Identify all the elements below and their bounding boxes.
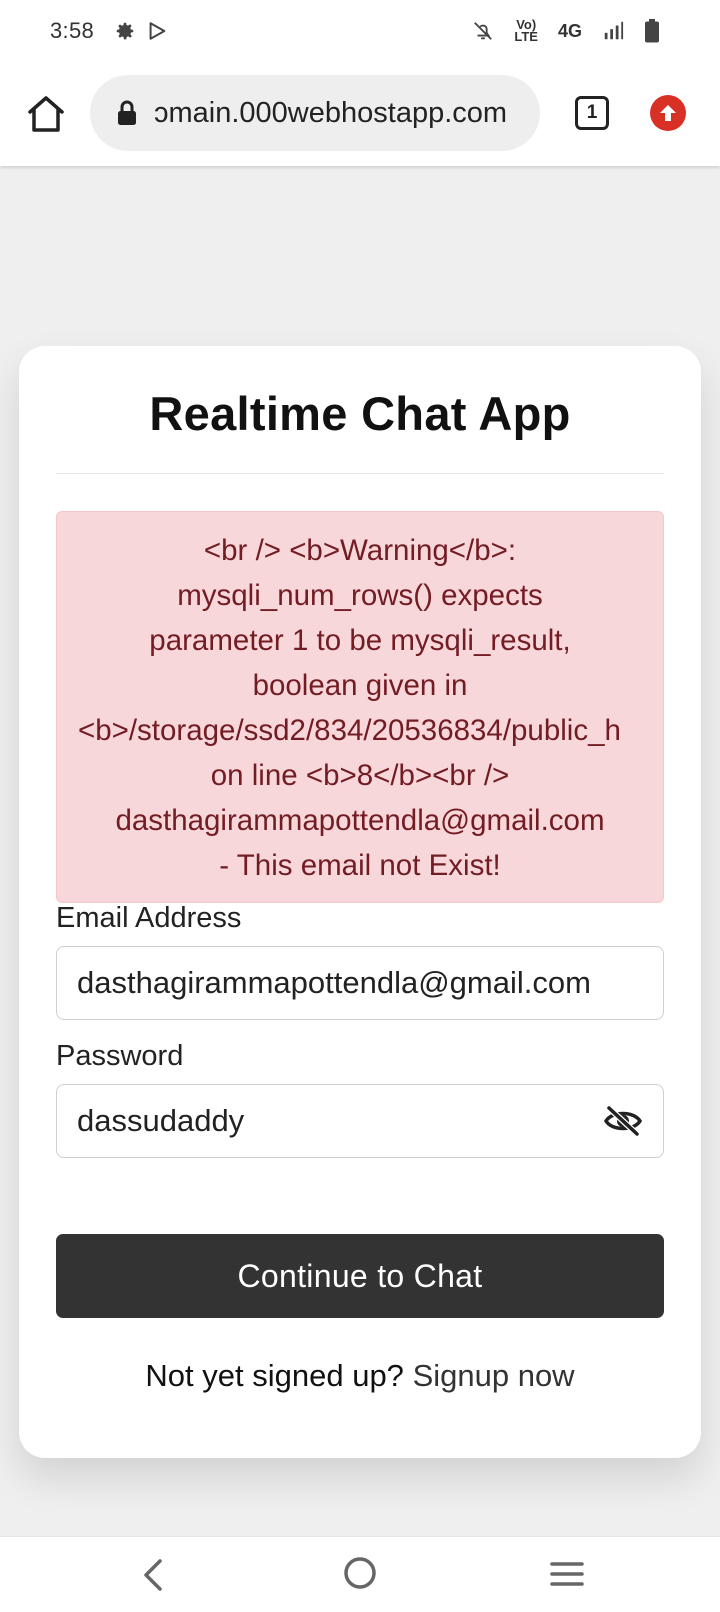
password-value: dassudaddy: [77, 1103, 245, 1138]
status-bar: 3:58 Vo) LTE 4G: [0, 0, 720, 62]
error-alert: <br /> <b>Warning</b>: mysqli_num_rows()…: [56, 511, 664, 903]
error-line: <br /> <b>Warning</b>:: [203, 534, 517, 567]
lock-icon: [118, 100, 136, 125]
home-circle-icon[interactable]: [343, 1556, 377, 1590]
error-line: parameter 1 to be mysqli_result,: [149, 624, 571, 657]
network-4g: 4G: [557, 20, 582, 41]
email-value: dasthagirammapottendla@gmail.com: [77, 965, 591, 1000]
continue-to-chat-button[interactable]: Continue to Chat: [56, 1234, 664, 1318]
volte-icon: Vo) LTE: [514, 17, 538, 44]
email-label: Email Address: [56, 902, 242, 934]
error-line: dasthagirammapottendla@gmail.com: [115, 804, 605, 837]
arrow-up-icon: [660, 105, 676, 121]
error-line: <b>/storage/ssd2/834/20536834/public_h: [78, 714, 621, 747]
browser-home-button[interactable]: [24, 92, 68, 136]
signal-icon: [602, 20, 624, 42]
eye-slash-icon[interactable]: [603, 1104, 643, 1138]
update-button[interactable]: [650, 95, 686, 131]
signup-link[interactable]: Signup now: [413, 1358, 575, 1393]
error-line: mysqli_num_rows() expects: [177, 579, 543, 612]
error-line: on line <b>8</b><br />: [210, 759, 510, 792]
mute-icon: [472, 20, 494, 42]
url-bar[interactable]: ɔmain.000webhostapp.com: [90, 75, 540, 151]
tab-switcher-button[interactable]: 1: [575, 96, 609, 130]
settings-icon: [114, 20, 136, 42]
signup-prompt-text: Not yet signed up?: [145, 1358, 404, 1393]
url-text: ɔmain.000webhostapp.com: [154, 96, 508, 129]
title-divider: [56, 473, 664, 474]
password-label: Password: [56, 1040, 184, 1072]
play-store-icon: [146, 20, 168, 42]
system-nav-bar: [0, 1536, 720, 1612]
password-field[interactable]: dassudaddy: [56, 1084, 664, 1158]
page-title: Realtime Chat App: [149, 387, 571, 440]
home-icon: [28, 96, 64, 132]
back-icon[interactable]: [138, 1557, 168, 1593]
recents-icon[interactable]: [550, 1559, 584, 1589]
status-time: 3:58: [50, 18, 95, 43]
error-line: boolean given in: [252, 669, 468, 702]
browser-toolbar: ɔmain.000webhostapp.com 1: [0, 62, 720, 166]
battery-icon: [644, 19, 660, 43]
email-field[interactable]: dasthagirammapottendla@gmail.com: [56, 946, 664, 1020]
login-card: Realtime Chat App <br /> <b>Warning</b>:…: [19, 346, 701, 1458]
signup-prompt: Not yet signed up? Signup now: [19, 1358, 701, 1394]
error-line: - This email not Exist!: [219, 849, 501, 882]
